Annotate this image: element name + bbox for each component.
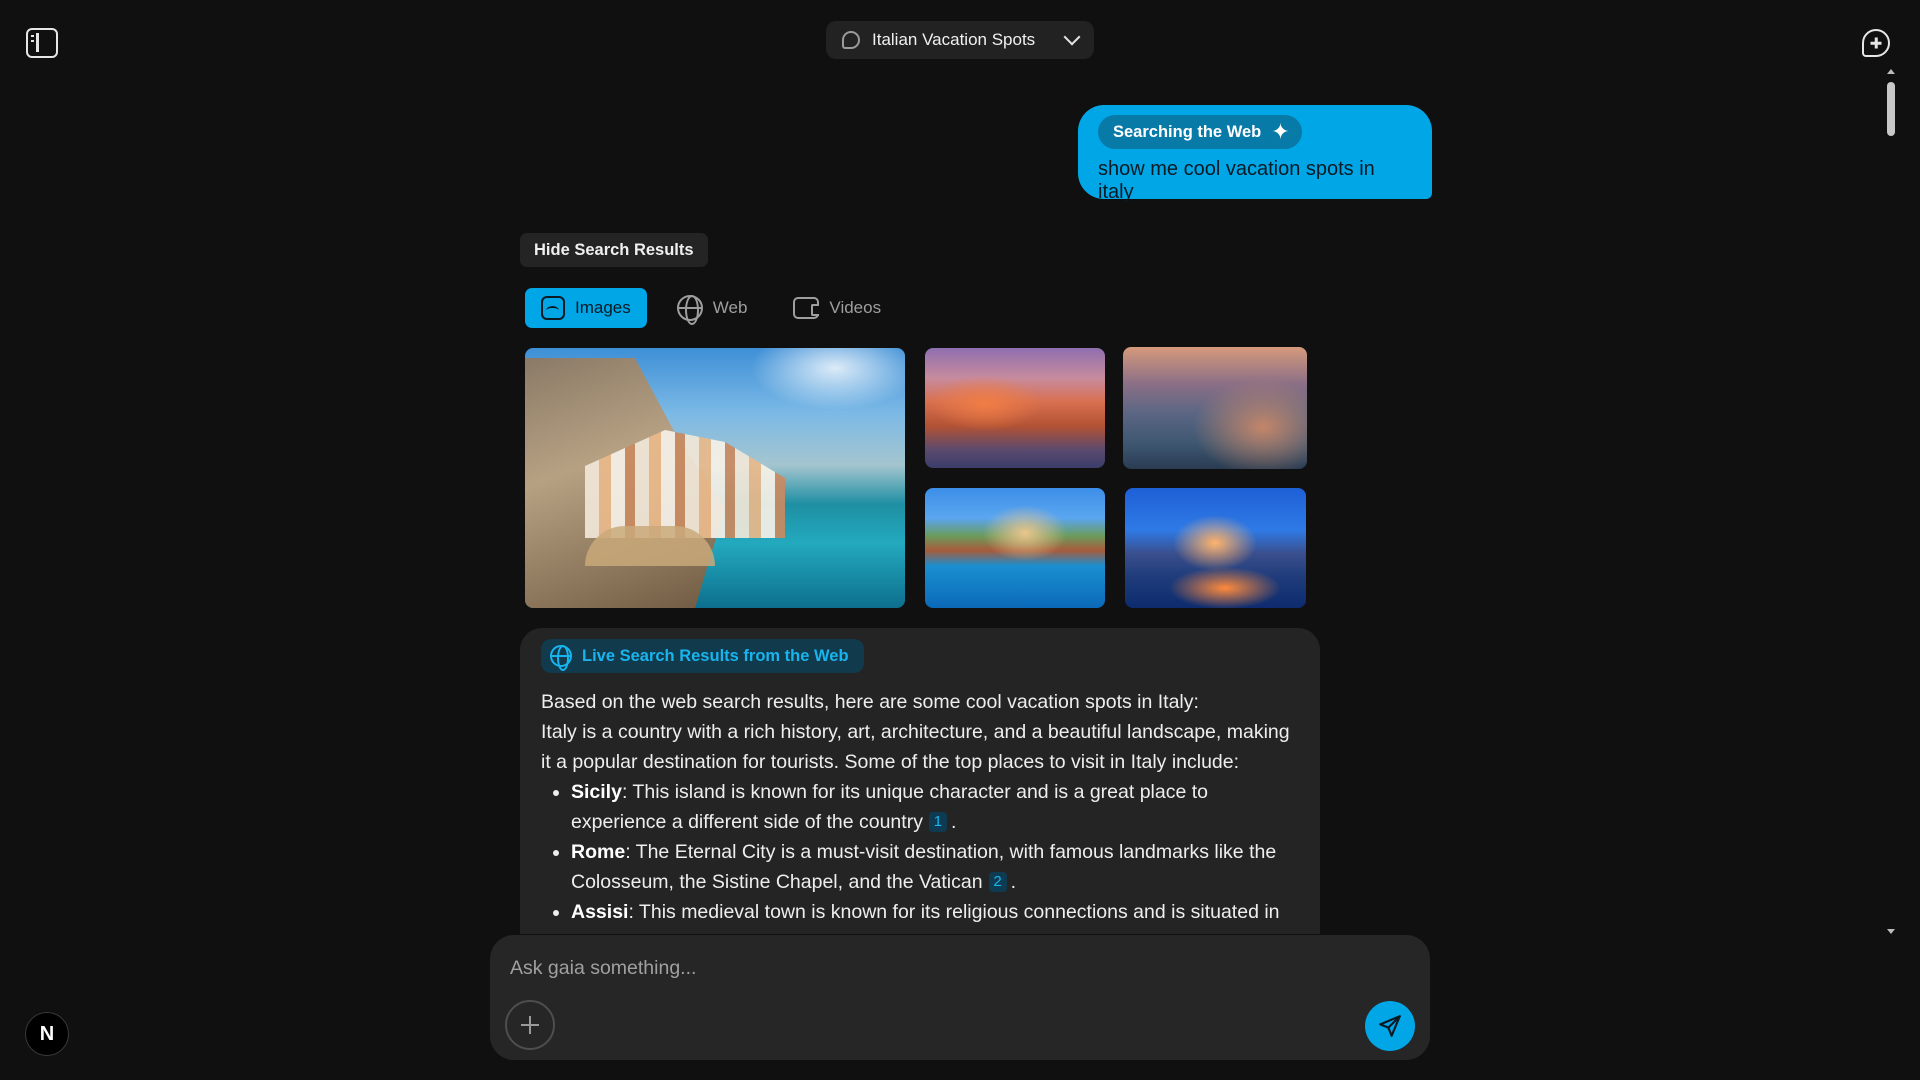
tab-images-label: Images	[575, 298, 631, 317]
destination-name: Sicily	[571, 781, 622, 803]
send-icon	[1379, 1015, 1401, 1037]
sidebar-toggle-icon[interactable]	[26, 28, 58, 58]
citation-link[interactable]: 1	[928, 812, 947, 832]
result-image-amalfi-coast[interactable]	[525, 348, 905, 608]
sidebar-toggle-tick	[31, 40, 34, 42]
sparkle-icon: ✦	[1271, 119, 1290, 144]
assistant-answer-card: Live Search Results from the Web Based o…	[520, 628, 1320, 934]
globe-icon	[550, 645, 572, 671]
destination-name: Assisi	[571, 901, 629, 923]
result-image-positano[interactable]	[1123, 347, 1307, 469]
send-button[interactable]	[1365, 1001, 1415, 1051]
searching-web-badge: Searching the Web ✦	[1098, 115, 1302, 149]
result-image-coastal-village[interactable]	[925, 488, 1105, 608]
scrollbar[interactable]	[1884, 66, 1898, 934]
user-message-text: show me cool vacation spots in italy	[1098, 158, 1375, 203]
destination-end: .	[1010, 871, 1016, 893]
destination-text: : This island is known for its unique ch…	[571, 781, 1208, 833]
destination-end: .	[950, 811, 957, 833]
user-message-bubble: Searching the Web ✦ show me cool vacatio…	[1078, 105, 1432, 203]
live-search-label: Live Search Results from the Web	[582, 646, 849, 665]
live-search-badge: Live Search Results from the Web	[541, 639, 864, 673]
answer-intro: Based on the web search results, here ar…	[541, 691, 1199, 713]
tab-images[interactable]: Images	[525, 288, 647, 328]
image-bridge-shape	[585, 526, 715, 566]
destination-text: : This medieval town is known for its re…	[628, 901, 1280, 923]
chat-bubble-icon	[842, 31, 860, 49]
sidebar-toggle-tick	[31, 35, 34, 37]
tab-videos[interactable]: Videos	[777, 288, 897, 328]
scroll-up-arrow-icon[interactable]	[1887, 69, 1895, 74]
hide-search-results-button[interactable]: Hide Search Results	[520, 233, 708, 267]
list-item: Assisi: This medieval town is known for …	[571, 897, 1300, 927]
globe-icon	[676, 295, 703, 325]
tab-web[interactable]: Web	[661, 288, 764, 328]
chat-input[interactable]	[510, 953, 1390, 983]
new-chat-icon[interactable]	[1862, 29, 1890, 57]
list-item: Sicily: This island is known for its uni…	[571, 777, 1300, 837]
user-avatar[interactable]: N	[25, 1012, 69, 1056]
scroll-thumb[interactable]	[1887, 82, 1895, 136]
app-root: Italian Vacation Spots Searching the Web…	[0, 0, 1920, 1080]
video-icon	[793, 297, 820, 319]
destination-text: : The Eternal City is a must-visit desti…	[571, 841, 1277, 893]
chat-composer	[490, 935, 1430, 1060]
searching-web-label: Searching the Web	[1113, 122, 1262, 141]
answer-body: Based on the web search results, here ar…	[541, 687, 1300, 927]
image-icon	[541, 296, 565, 320]
conversation-title: Italian Vacation Spots	[872, 30, 1036, 49]
result-image-village-night[interactable]	[1125, 488, 1306, 608]
citation-link[interactable]: 2	[988, 872, 1007, 892]
chevron-down-icon	[1063, 28, 1081, 46]
result-image-cinque-terre[interactable]	[925, 348, 1105, 468]
destination-name: Rome	[571, 841, 626, 863]
answer-paragraph: Italy is a country with a rich history, …	[541, 721, 1290, 773]
tab-videos-label: Videos	[829, 298, 882, 317]
destination-list: Sicily: This island is known for its uni…	[571, 777, 1300, 927]
tab-web-label: Web	[712, 298, 748, 317]
search-result-tabs: Images Web Videos	[525, 288, 897, 328]
add-attachment-button[interactable]	[505, 1000, 555, 1050]
conversation-selector[interactable]: Italian Vacation Spots	[826, 21, 1094, 59]
list-item: Rome: The Eternal City is a must-visit d…	[571, 837, 1300, 897]
scroll-down-arrow-icon[interactable]	[1887, 929, 1895, 934]
